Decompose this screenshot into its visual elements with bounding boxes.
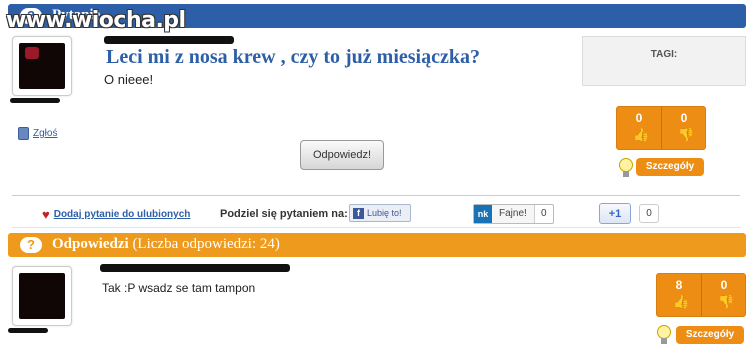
question-body: O nieee! <box>104 72 154 87</box>
google-plus-button[interactable]: +1 <box>599 203 631 224</box>
answer-details-button[interactable]: Szczegóły <box>676 326 744 344</box>
answers-title: Odpowiedzi <box>52 236 129 252</box>
divider <box>12 195 740 196</box>
thumb-up-icon: 👍 <box>673 294 690 309</box>
nk-label: Fajne! <box>492 205 534 223</box>
add-favorite-label[interactable]: Dodaj pytanie do ulubionych <box>54 209 191 220</box>
author-name-redacted <box>10 98 60 103</box>
vote-up-button[interactable]: 0 👍 <box>617 107 661 149</box>
thumb-down-icon: 👎 <box>718 294 735 309</box>
vote-up-count: 8 <box>675 278 683 292</box>
thumb-down-icon: 👎 <box>678 127 695 142</box>
answers-count: (Liczba odpowiedzi: 24) <box>132 236 280 252</box>
answers-bubble-icon: ? <box>20 237 42 253</box>
answer-author-avatar[interactable] <box>12 266 72 326</box>
add-favorite-link[interactable]: ♥ Dodaj pytanie do ulubionych <box>42 207 190 222</box>
vote-up-button[interactable]: 8 👍 <box>657 274 701 316</box>
question-details-button[interactable]: Szczegóły <box>636 158 704 176</box>
lightbulb-icon <box>619 158 633 178</box>
question-title[interactable]: Leci mi z nosa krew , czy to już miesiąc… <box>106 46 480 69</box>
site-watermark: www.wiocha.pl <box>6 8 186 33</box>
question-votes: 0 👍 0 👎 <box>616 106 706 150</box>
facebook-like-label: Lubię to! <box>367 208 402 218</box>
tags-label: TAGI: <box>650 49 678 60</box>
report-label[interactable]: Zgłoś <box>33 128 57 139</box>
answer-meta-redacted <box>100 264 290 272</box>
heart-icon: ♥ <box>42 207 50 222</box>
tags-box: TAGI: <box>582 36 746 86</box>
lightbulb-icon <box>657 325 671 345</box>
answers-header-title: Odpowiedzi (Liczba odpowiedzi: 24) <box>52 236 280 253</box>
vote-down-button[interactable]: 0 👎 <box>701 274 746 316</box>
divider <box>12 227 740 228</box>
answer-body: Tak :P wsadz se tam tampon <box>102 281 256 295</box>
answer-votes: 8 👍 0 👎 <box>656 273 746 317</box>
vote-down-button[interactable]: 0 👎 <box>661 107 706 149</box>
share-label: Podziel się pytaniem na: <box>220 208 348 220</box>
thumb-up-icon: 👍 <box>633 127 650 142</box>
answers-header: ? Odpowiedzi (Liczba odpowiedzi: 24) <box>8 233 746 257</box>
facebook-icon: f <box>353 207 364 219</box>
vote-down-count: 0 <box>720 278 728 292</box>
nk-logo-icon: nk <box>474 205 492 223</box>
report-link[interactable]: Zgłoś <box>18 127 57 140</box>
question-meta-redacted <box>104 36 234 44</box>
google-plus-count: 0 <box>639 204 659 223</box>
facebook-like-button[interactable]: f Lubię to! <box>349 204 411 222</box>
trash-icon <box>18 127 29 140</box>
vote-down-count: 0 <box>680 111 688 125</box>
question-author-avatar[interactable] <box>12 36 72 96</box>
nk-share-button[interactable]: nk Fajne! 0 <box>473 204 554 224</box>
reply-button[interactable]: Odpowiedz! <box>300 140 384 170</box>
nk-count: 0 <box>533 205 553 223</box>
author-name-redacted <box>8 328 48 333</box>
vote-up-count: 0 <box>635 111 643 125</box>
